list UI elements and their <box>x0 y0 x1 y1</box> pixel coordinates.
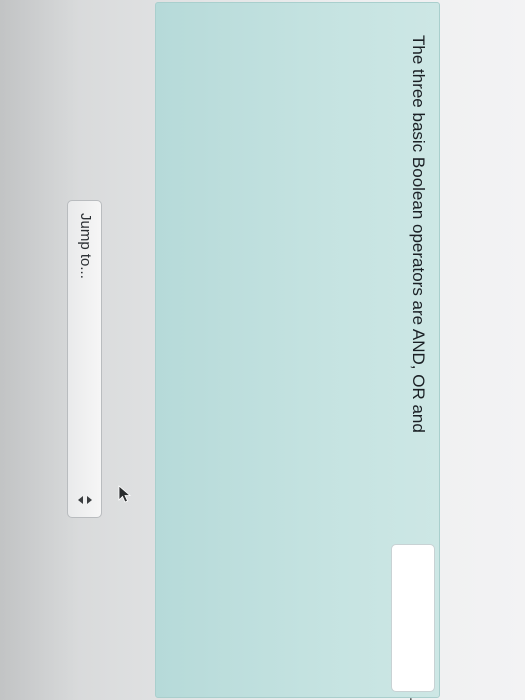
screen: The three basic Boolean operators are AN… <box>0 0 525 700</box>
jump-to-select[interactable]: Jump to... <box>67 200 102 518</box>
question-panel: The three basic Boolean operators are AN… <box>155 2 440 700</box>
page-content: The three basic Boolean operators are AN… <box>0 0 525 700</box>
up-down-arrows-icon <box>75 495 95 505</box>
mouse-pointer-icon <box>118 485 132 503</box>
answer-input[interactable] <box>391 544 435 692</box>
question-text: The three basic Boolean operators are AN… <box>409 35 428 433</box>
jump-to-label: Jump to... <box>77 213 94 279</box>
